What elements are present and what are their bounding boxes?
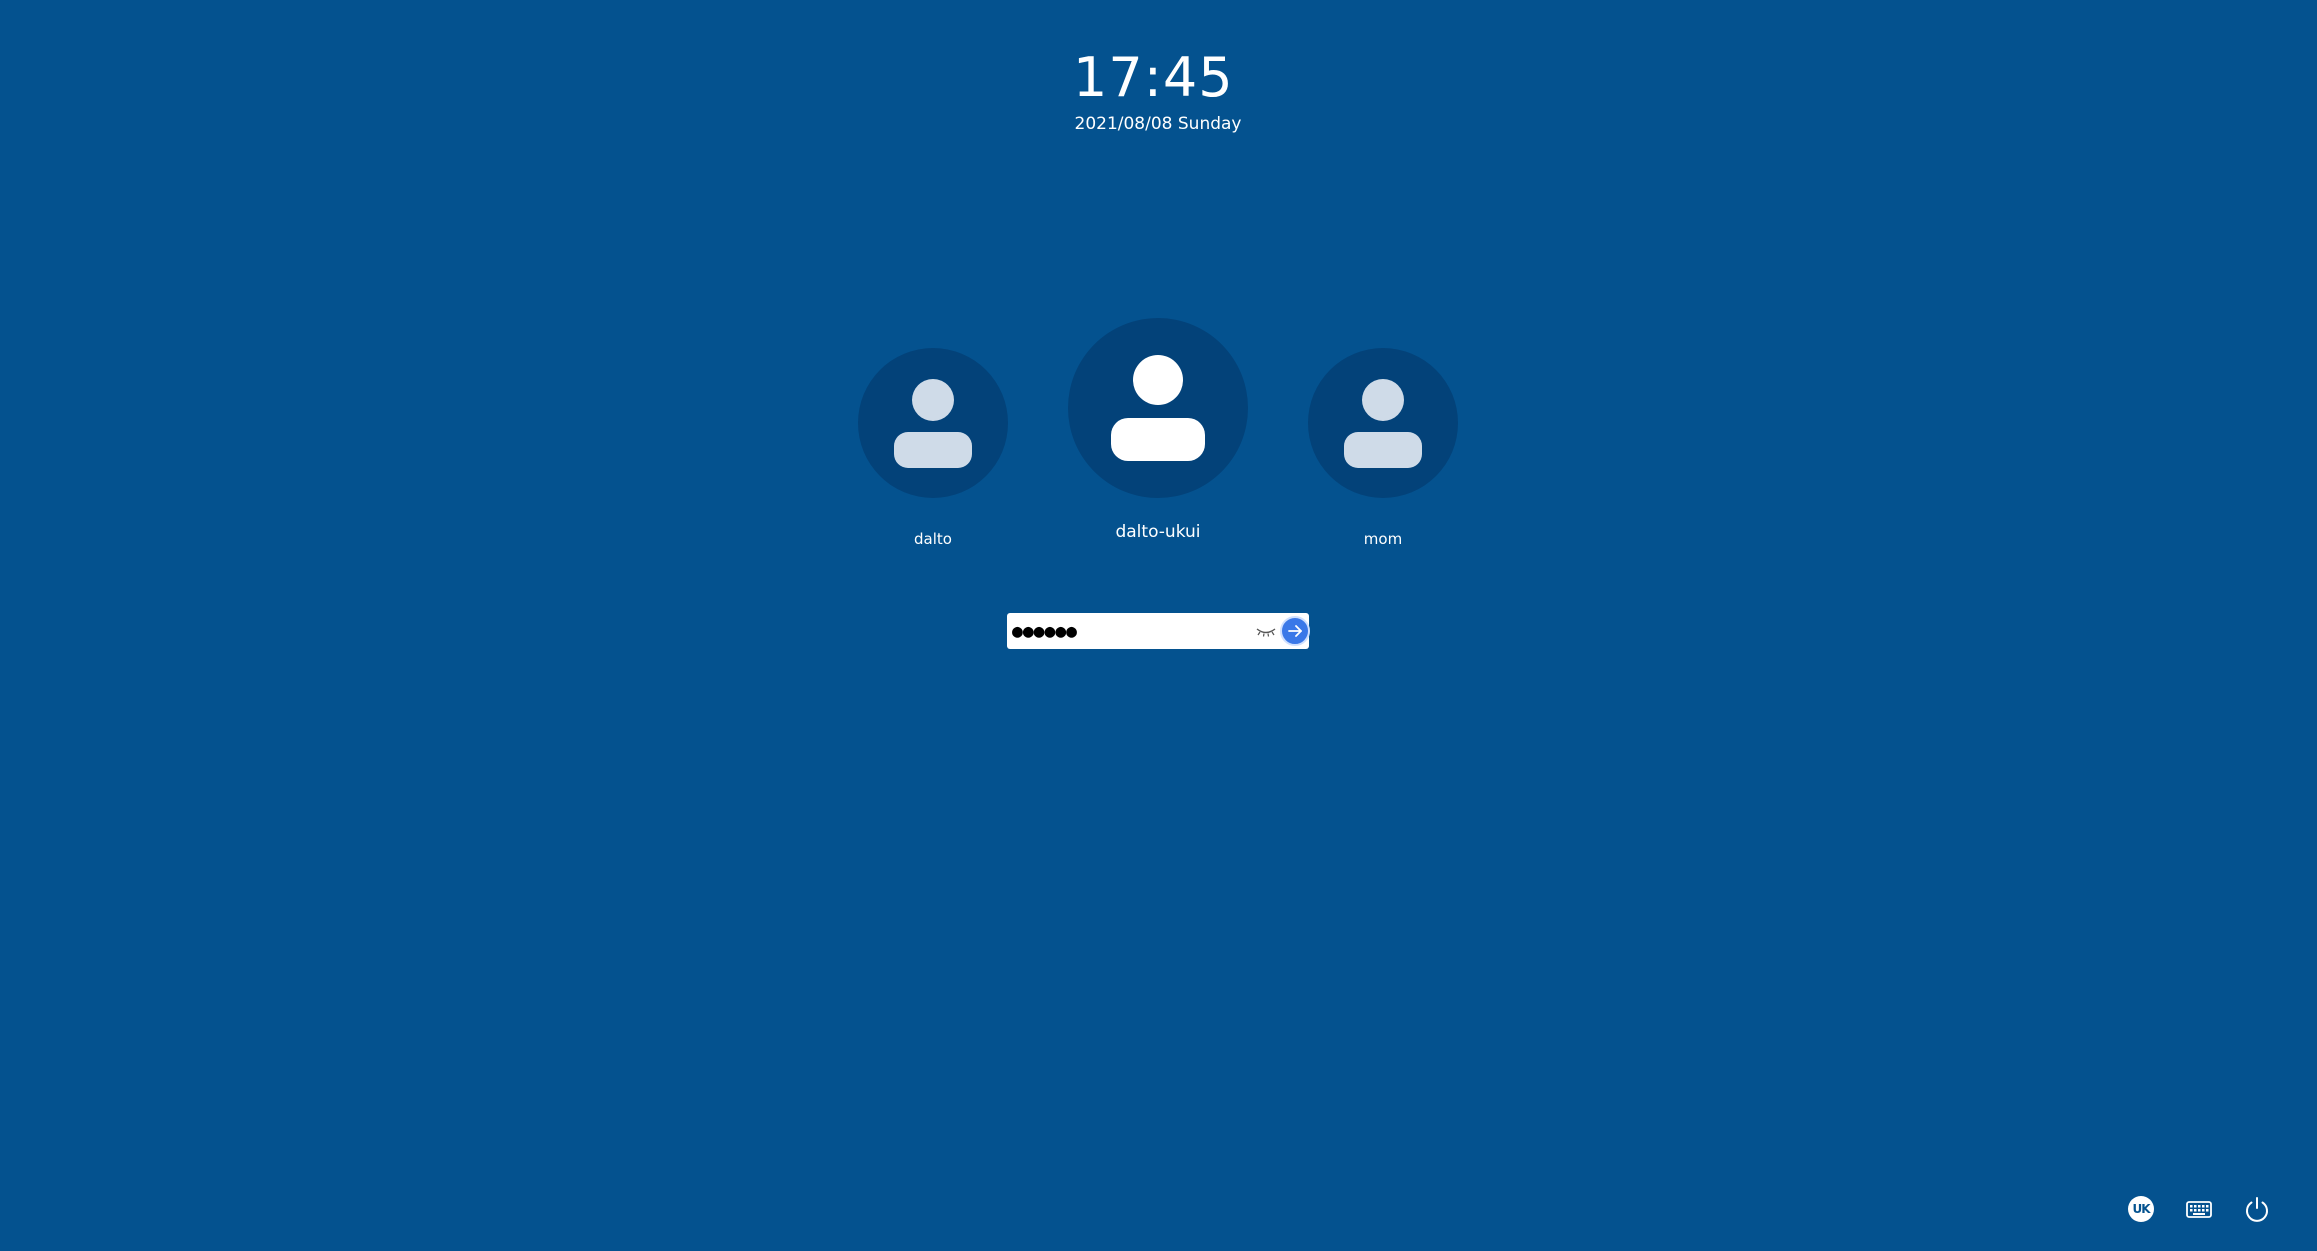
password-box (1007, 613, 1310, 649)
user-icon (1111, 355, 1205, 461)
user-icon (1344, 379, 1422, 468)
arrow-right-icon (1288, 625, 1302, 637)
user-avatar[interactable] (1068, 318, 1248, 498)
show-password-toggle[interactable] (1253, 621, 1279, 641)
user-icon (894, 379, 972, 468)
keyboard-icon (2186, 1201, 2212, 1218)
user-avatar[interactable] (1308, 348, 1458, 498)
virtual-keyboard-button[interactable] (2182, 1192, 2216, 1226)
user-name-label: dalto-ukui (1115, 522, 1201, 542)
user-name-label: mom (1363, 530, 1403, 548)
clock-date: 2021/08/08 Sunday (1074, 114, 1242, 134)
power-icon (2246, 1197, 2268, 1222)
power-button[interactable] (2240, 1192, 2274, 1226)
user-avatar[interactable] (858, 348, 1008, 498)
login-submit-button[interactable] (1280, 616, 1310, 646)
eye-closed-icon (1256, 628, 1276, 637)
user-name-label: dalto (914, 530, 952, 548)
keyboard-layout-label: UK (2132, 1202, 2150, 1216)
clock-time: 17:45 (1073, 46, 1234, 109)
password-input[interactable] (1012, 619, 1252, 643)
keyboard-layout-button[interactable]: UK (2124, 1192, 2158, 1226)
